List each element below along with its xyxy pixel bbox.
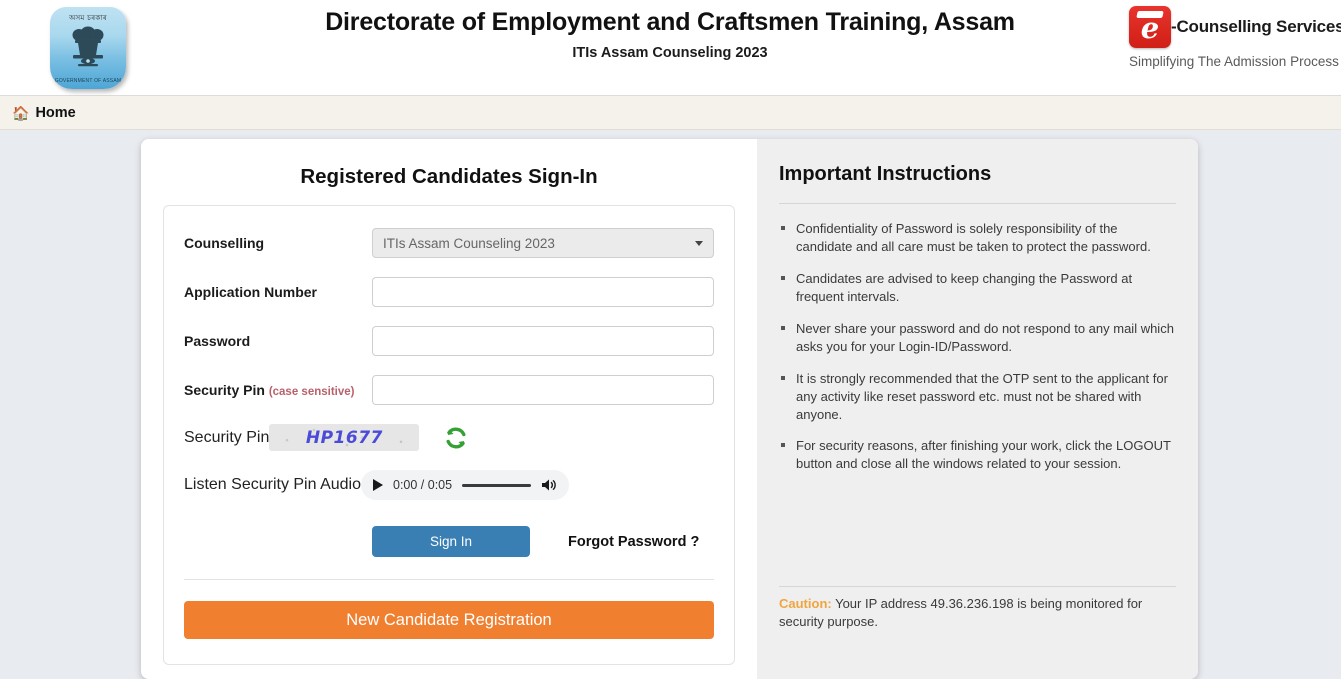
password-input[interactable] [372,326,714,356]
counselling-row: Counselling ITIs Assam Counseling 2023 [184,228,714,258]
audio-time: 0:00 / 0:05 [393,478,453,492]
signin-form: Counselling ITIs Assam Counseling 2023 A… [163,205,735,665]
list-item: It is strongly recommended that the OTP … [779,370,1176,424]
signin-actions: Sign In Forgot Password ? [372,526,714,557]
ecounselling-logo: e -Counselling Services Simplifying The … [1129,6,1341,69]
list-item: Candidates are advised to keep changing … [779,270,1176,306]
caution-label: Caution: [779,595,832,611]
ecounselling-badge-icon: e [1129,6,1171,48]
instructions-panel: Important Instructions Confidentiality o… [757,139,1198,679]
application-number-row: Application Number [184,277,714,307]
nav-item-home[interactable]: 🏠 Home [12,105,76,121]
logo-bottom-script: GOVERNMENT OF ASSAM [54,78,122,84]
login-card: Registered Candidates Sign-In Counsellin… [141,139,1198,679]
captcha-image: HP1677 [269,424,420,451]
security-pin-input[interactable] [372,375,714,405]
list-item: Confidentiality of Password is solely re… [779,220,1176,256]
captcha-row: Security Pin HP1677 [184,424,714,451]
audio-row: Listen Security Pin Audio 0:00 / 0:05 [184,470,714,500]
header-title-block: Directorate of Employment and Craftsmen … [236,8,1104,61]
main-navbar: 🏠 Home [0,96,1341,130]
signin-panel: Registered Candidates Sign-In Counsellin… [141,139,757,679]
play-icon[interactable] [373,479,383,491]
captcha-label: Security Pin [184,428,270,446]
chevron-down-icon [695,240,703,246]
security-pin-label-text: Security Pin [184,382,265,398]
audio-label: Listen Security Pin Audio [184,476,361,493]
new-candidate-registration-button[interactable]: New Candidate Registration [184,601,714,639]
sign-in-button[interactable]: Sign In [372,526,530,557]
volume-icon[interactable] [541,477,557,493]
caution-text: Your IP address 49.36.236.198 is being m… [779,595,1143,629]
caution-note: Caution: Your IP address 49.36.236.198 i… [779,595,1176,631]
ecounselling-name: -Counselling Services [1171,17,1341,36]
logo-top-script: অসম চৰকাৰ [69,14,107,22]
password-label: Password [184,333,251,349]
application-number-input[interactable] [372,277,714,307]
caution-divider [779,586,1176,587]
home-icon: 🏠 [12,104,30,121]
ecounselling-tagline: Simplifying The Admission Process [1129,54,1339,69]
list-item: Never share your password and do not res… [779,320,1176,356]
signin-title: Registered Candidates Sign-In [300,165,598,188]
form-divider [184,579,714,580]
security-pin-hint: (case sensitive) [268,386,355,398]
security-pin-row: Security Pin (case sensitive) [184,375,714,405]
page-body: Registered Candidates Sign-In Counsellin… [0,130,1341,679]
page-subtitle: ITIs Assam Counseling 2023 [572,45,768,61]
page-header: অসম চৰকাৰ GOVERNMENT OF ASSAM Directorat… [0,0,1341,96]
assam-government-logo: অসম চৰকাৰ GOVERNMENT OF ASSAM [50,7,126,89]
refresh-icon[interactable] [443,425,469,451]
counselling-selected-value: ITIs Assam Counseling 2023 [383,235,555,251]
security-pin-label: Security Pin (case sensitive) [184,382,372,398]
instructions-list: Confidentiality of Password is solely re… [779,220,1176,473]
instructions-divider [779,203,1176,204]
application-number-label: Application Number [184,284,318,300]
badge-letter: e [1140,11,1160,45]
nav-item-home-label: Home [35,104,76,121]
forgot-password-link[interactable]: Forgot Password ? [568,534,699,550]
counselling-select[interactable]: ITIs Assam Counseling 2023 [372,228,714,258]
audio-progress-bar[interactable] [462,483,531,487]
page-title: Directorate of Employment and Craftsmen … [325,8,1015,36]
counselling-label: Counselling [184,235,265,251]
password-row: Password [184,326,714,356]
list-item: For security reasons, after finishing yo… [779,437,1176,473]
ashoka-emblem-icon [50,25,126,77]
security-pin-audio-player[interactable]: 0:00 / 0:05 [361,470,569,500]
instructions-title: Important Instructions [779,163,992,185]
